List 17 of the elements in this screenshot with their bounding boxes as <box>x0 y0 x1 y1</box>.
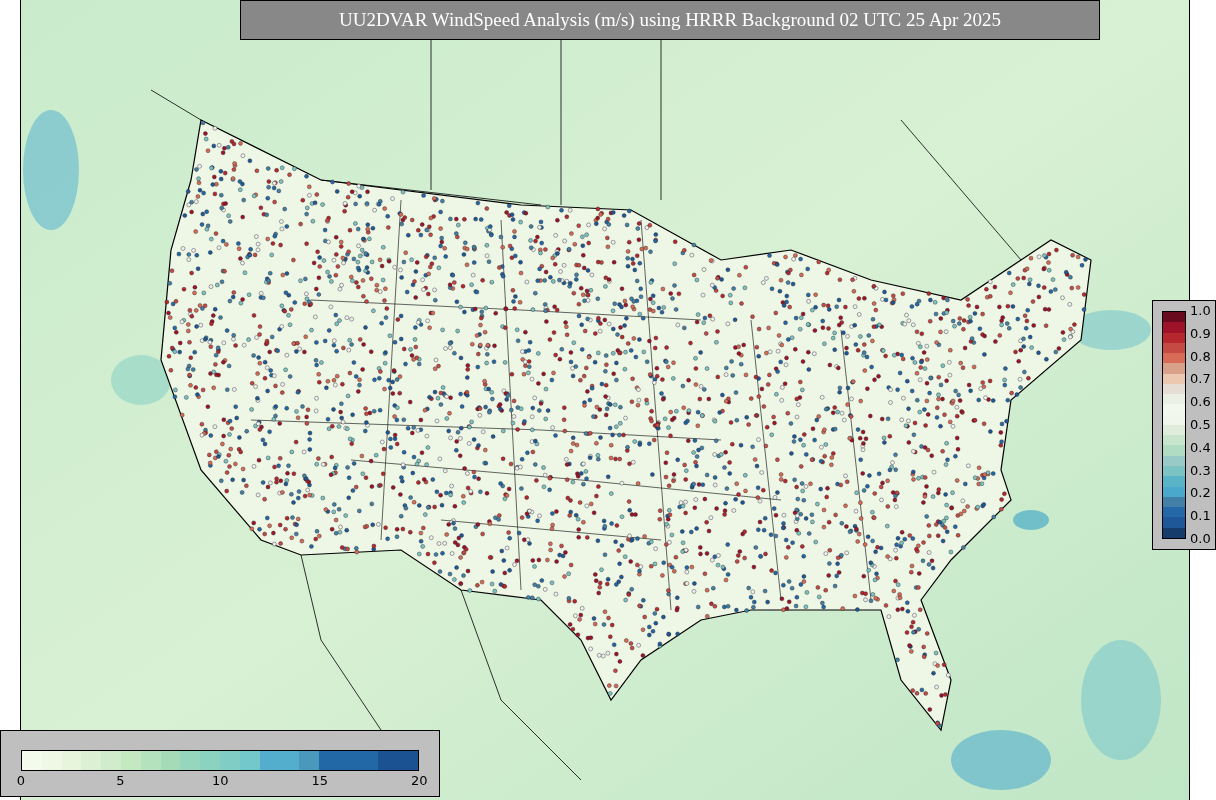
tick-label: 0.3 <box>1190 462 1211 479</box>
tick-label: 0.9 <box>1190 325 1211 342</box>
tick-label: 0 <box>15 773 27 788</box>
tick-label: 5 <box>115 773 126 788</box>
tick-label: 15 <box>311 773 328 788</box>
tick-label: 0.4 <box>1190 439 1211 456</box>
tick-label: 20 <box>411 773 427 788</box>
tick-label: 0.8 <box>1190 348 1211 365</box>
tick-label: 0.1 <box>1190 508 1211 525</box>
tick-label: 0.7 <box>1190 371 1211 388</box>
tick-label: 0.5 <box>1190 417 1211 433</box>
map-title: UU2DVAR WindSpeed Analysis (m/s) using HRRR Background 02 UTC 25 Apr 2025 <box>339 9 1001 31</box>
tick-label: 0.0 <box>1190 530 1211 547</box>
tick-label: 1.0 <box>1190 303 1211 319</box>
tick-label: 10 <box>212 773 228 788</box>
tick-label: 0.6 <box>1190 394 1211 411</box>
tick-label: 0.2 <box>1190 485 1211 502</box>
